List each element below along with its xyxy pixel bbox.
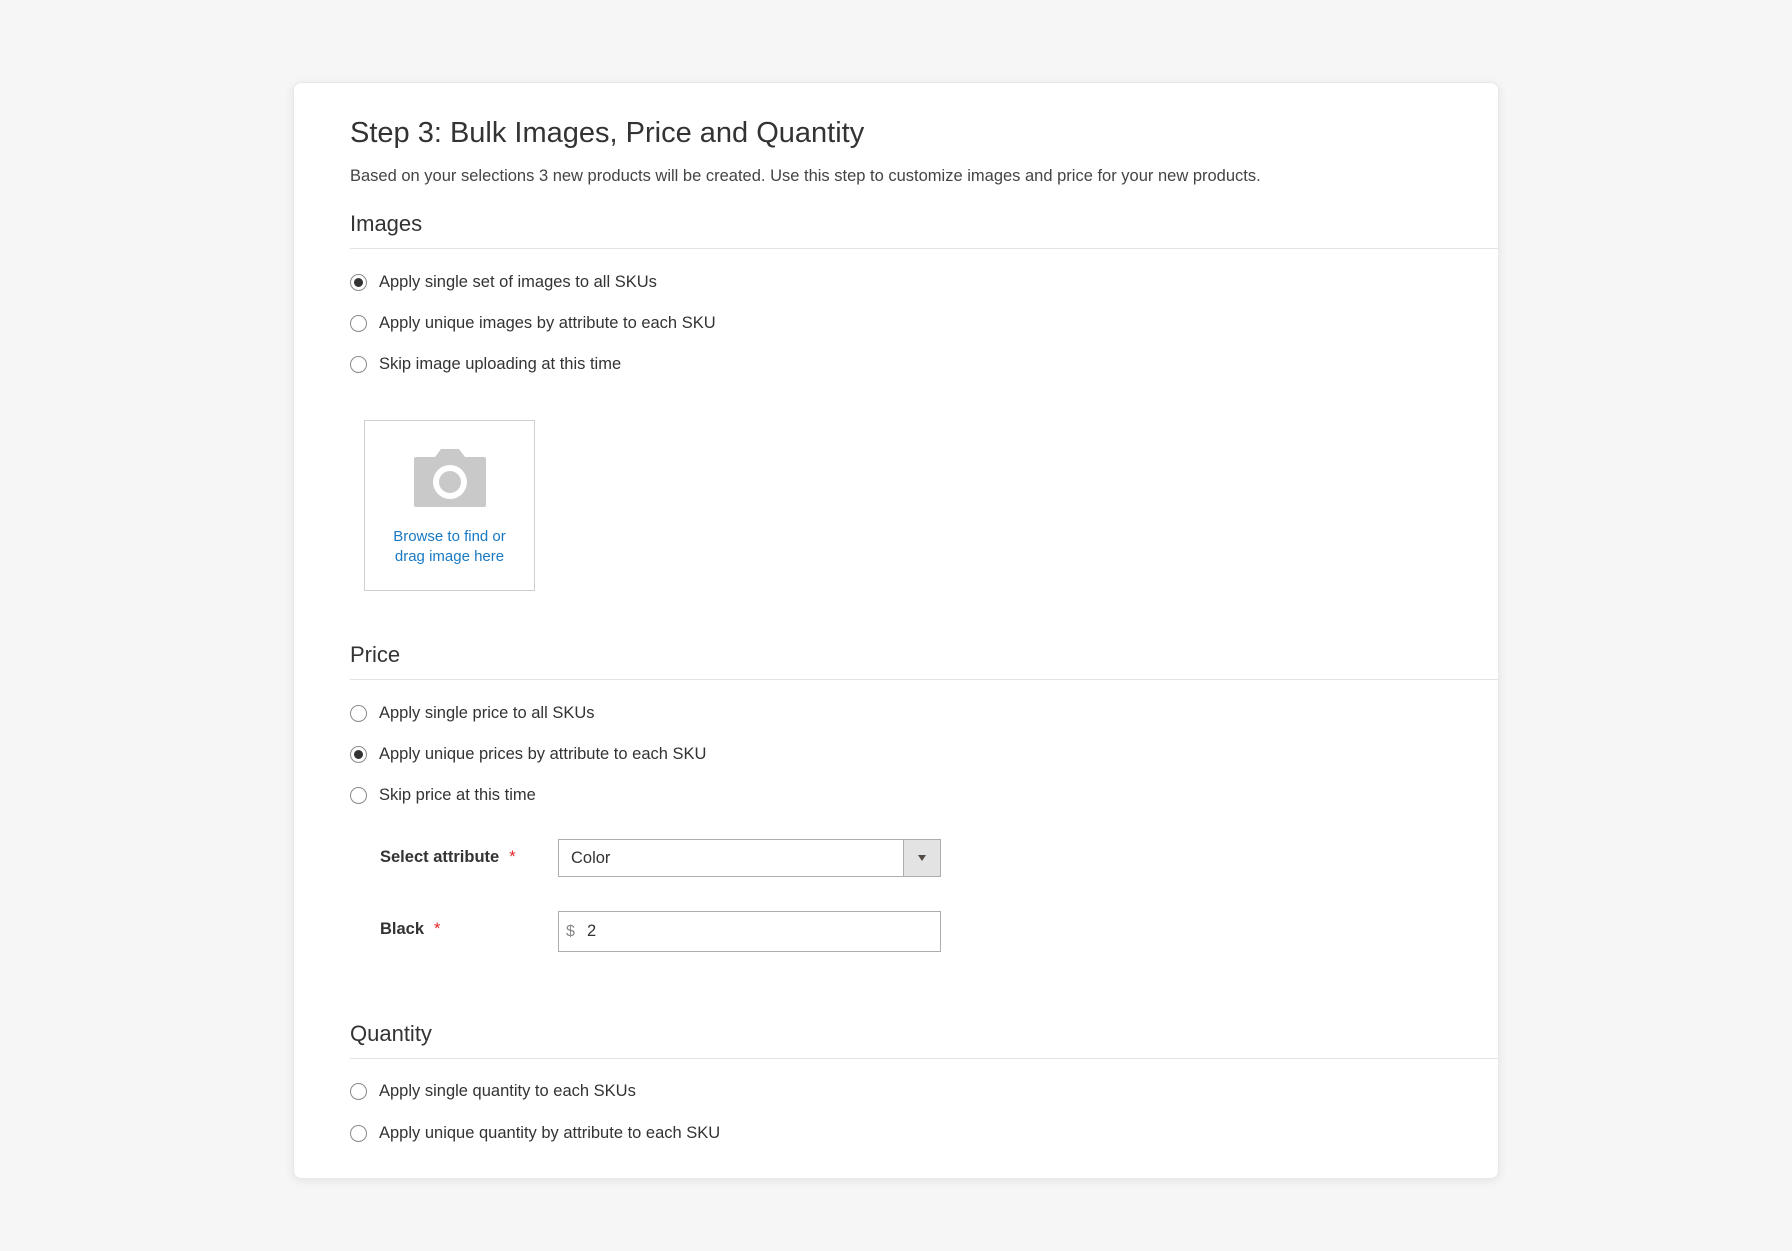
upload-instructions[interactable]: Browse to find or drag image here [365,527,534,567]
radio-quantity-single[interactable] [350,1082,367,1100]
radio-images-single[interactable] [350,273,367,291]
step-description: Based on your selections 3 new products … [350,167,1261,185]
quantity-section-title: Quantity [350,1021,432,1046]
images-divider [350,248,1498,249]
select-attribute-label-text: Select attribute [380,848,500,866]
radio-label: Apply unique prices by attribute to each… [379,744,707,763]
bulk-step-card: Step 3: Bulk Images, Price and Quantity … [293,82,1499,1179]
price-option-single[interactable]: Apply single price to all SKUs [350,701,595,725]
price-section-title: Price [350,642,401,667]
radio-label: Apply unique images by attribute to each… [379,313,716,332]
radio-price-single[interactable] [350,704,367,722]
select-attribute-dropdown[interactable]: Color [558,839,941,877]
required-mark: * [434,920,441,938]
radio-images-unique[interactable] [350,314,367,332]
upload-text-line2: drag image here [394,548,505,565]
chevron-down-icon [918,855,926,861]
black-price-label-text: Black [380,920,425,938]
radio-label: Apply single price to all SKUs [379,703,595,722]
quantity-option-unique[interactable]: Apply unique quantity by attribute to ea… [350,1121,720,1145]
dropdown-toggle-button[interactable] [903,840,940,876]
price-divider [350,679,1498,680]
quantity-divider [350,1058,1498,1059]
radio-images-skip[interactable] [350,355,367,373]
radio-label: Apply single quantity to each SKUs [379,1081,636,1100]
quantity-option-single[interactable]: Apply single quantity to each SKUs [350,1079,636,1103]
radio-price-unique[interactable] [350,745,367,763]
black-price-label: Black * [380,920,440,939]
images-section-title: Images [350,211,423,236]
radio-price-skip[interactable] [350,786,367,804]
image-upload-dropzone[interactable]: Browse to find or drag image here [364,420,535,591]
radio-label: Apply single set of images to all SKUs [379,272,657,291]
black-price-input[interactable] [587,914,927,948]
price-option-skip[interactable]: Skip price at this time [350,783,536,807]
images-option-skip[interactable]: Skip image uploading at this time [350,352,621,376]
radio-label: Skip image uploading at this time [379,354,622,373]
price-option-unique[interactable]: Apply unique prices by attribute to each… [350,742,706,766]
camera-icon [414,449,486,507]
step-content: Step 3: Bulk Images, Price and Quantity … [350,83,1498,1178]
radio-label: Apply unique quantity by attribute to ea… [379,1123,721,1142]
select-attribute-value: Color [571,849,611,867]
radio-label: Skip price at this time [379,785,536,804]
images-option-single[interactable]: Apply single set of images to all SKUs [350,270,657,294]
required-mark: * [509,848,516,866]
upload-text-line1: Browse to find or [393,528,506,545]
images-option-unique[interactable]: Apply unique images by attribute to each… [350,311,716,335]
page-title: Step 3: Bulk Images, Price and Quantity [350,117,865,149]
select-attribute-label: Select attribute * [380,848,516,867]
currency-symbol: $ [566,923,575,940]
black-price-field[interactable]: $ [558,911,941,952]
radio-quantity-unique[interactable] [350,1124,367,1142]
